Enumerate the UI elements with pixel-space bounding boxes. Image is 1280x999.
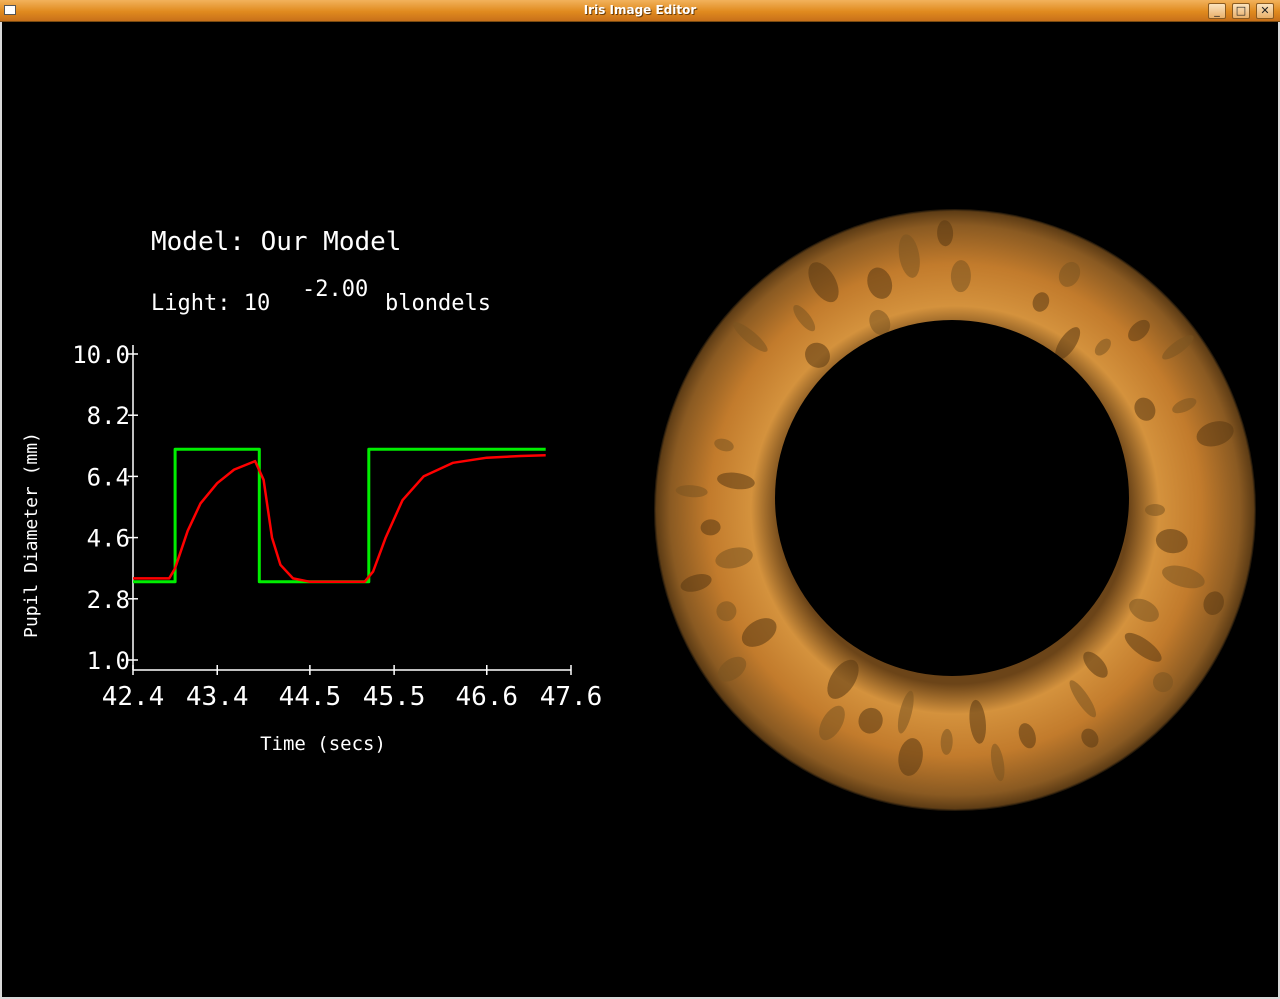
y-tick-label: 1.0 (87, 647, 130, 675)
y-tick-label: 10.0 (72, 341, 130, 369)
x-tick-label: 46.6 (455, 682, 518, 712)
y-tick-label: 4.6 (87, 525, 130, 553)
x-tick-label: 47.6 (540, 682, 603, 712)
x-tick-label: 44.5 (279, 682, 342, 712)
light-exponent: -2.00 (302, 277, 368, 302)
x-tick-label: 42.4 (102, 682, 165, 712)
response-series-line (133, 454, 546, 584)
model-label: Model: Our Model (151, 227, 401, 257)
x-tick-label: 43.4 (186, 682, 249, 712)
y-tick-label: 6.4 (87, 463, 130, 491)
render-canvas: Model: Our Model Light: 10 -2.00 blondel… (21, 209, 1256, 811)
iris-crypt (1145, 504, 1165, 516)
light-suffix: blondels (385, 291, 491, 316)
x-tick-label: 45.5 (363, 682, 426, 712)
pupil-chart: 42.4 43.4 44.5 45.5 46.6 47.6 10.0 8.2 6.4 4.6 2.8… (21, 341, 602, 755)
y-tick-label: 8.2 (87, 402, 130, 430)
light-prefix: Light: 10 (151, 291, 270, 316)
x-axis-label: Time (secs) (260, 733, 386, 755)
y-axis-label: Pupil Diameter (mm) (21, 432, 42, 638)
iris-render (654, 209, 1256, 811)
pupil (775, 320, 1129, 676)
y-tick-label: 2.8 (87, 586, 130, 614)
